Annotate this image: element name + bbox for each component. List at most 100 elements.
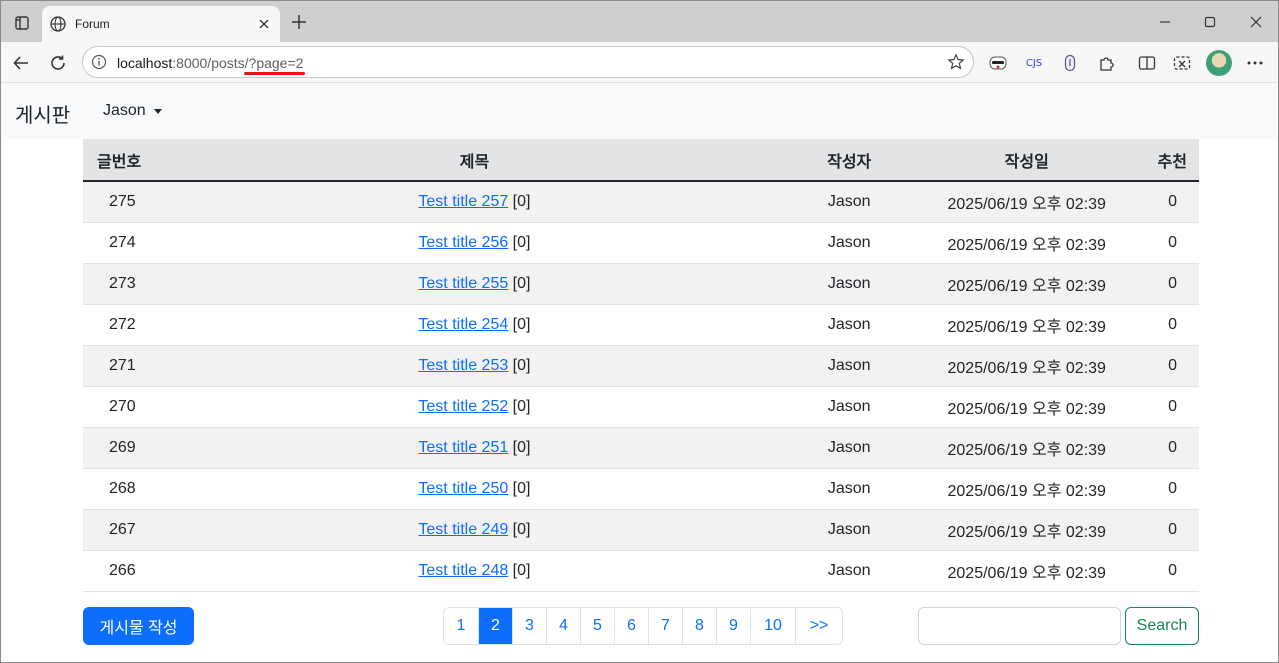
post-title-cell: Test title 254 [0] <box>198 304 751 346</box>
post-title-link[interactable]: Test title 249 <box>418 521 508 538</box>
post-date: 2025/06/19 오후 02:39 <box>947 468 1106 510</box>
page-link-5[interactable]: 5 <box>580 608 614 644</box>
post-number: 266 <box>83 550 198 592</box>
tab-forum[interactable]: Forum <box>42 6 280 42</box>
search-button[interactable]: Search <box>1125 607 1199 645</box>
page-link-1[interactable]: 1 <box>444 608 478 644</box>
post-date: 2025/06/19 오후 02:39 <box>947 550 1106 592</box>
comment-count: [0] <box>508 274 531 292</box>
incognito-icon[interactable] <box>984 49 1012 77</box>
comment-count: [0] <box>508 192 531 210</box>
page-content: 게시판 Jason 글번호 제목 작성자 작성일 추천 275 Test tit <box>1 83 1278 662</box>
post-number: 269 <box>83 427 198 469</box>
post-title-link[interactable]: Test title 248 <box>418 562 508 579</box>
post-author: Jason <box>750 304 948 346</box>
puzzle-icon[interactable] <box>1092 49 1120 77</box>
post-title-link[interactable]: Test title 255 <box>418 275 508 292</box>
post-number: 273 <box>83 263 198 305</box>
comment-count: [0] <box>508 315 531 333</box>
post-title-cell: Test title 256 [0] <box>198 222 751 264</box>
table-row: 267 Test title 249 [0] Jason 2025/06/19 … <box>83 509 1199 551</box>
post-title-link[interactable]: Test title 252 <box>418 398 508 415</box>
table-row: 274 Test title 256 [0] Jason 2025/06/19 … <box>83 222 1199 264</box>
avatar[interactable] <box>1206 50 1232 76</box>
post-author: Jason <box>750 509 948 551</box>
post-recommend: 0 <box>1105 386 1199 428</box>
page-link-7[interactable]: 7 <box>648 608 682 644</box>
url-path: :8000/posts/?page=2 <box>172 55 304 71</box>
table-header-row: 글번호 제목 작성자 작성일 추천 <box>83 139 1199 182</box>
post-recommend: 0 <box>1105 427 1199 469</box>
post-recommend: 0 <box>1105 550 1199 592</box>
split-screen-icon[interactable] <box>1133 49 1161 77</box>
post-date: 2025/06/19 오후 02:39 <box>947 509 1106 551</box>
post-recommend: 0 <box>1105 468 1199 510</box>
post-author: Jason <box>750 222 948 264</box>
tab-title: Forum <box>75 17 110 31</box>
page-link-6[interactable]: 6 <box>614 608 648 644</box>
post-number: 267 <box>83 509 198 551</box>
window-close-icon[interactable] <box>1242 9 1270 35</box>
post-recommend: 0 <box>1105 181 1199 223</box>
minimize-icon[interactable] <box>1151 9 1179 35</box>
navbar-brand[interactable]: 게시판 <box>15 99 70 128</box>
plus-icon[interactable] <box>288 11 310 33</box>
post-number: 275 <box>83 181 198 223</box>
more-icon[interactable] <box>1241 49 1269 77</box>
comment-count: [0] <box>508 233 531 251</box>
reload-icon[interactable] <box>44 49 72 77</box>
page-link-next[interactable]: >> <box>795 608 842 644</box>
post-author: Jason <box>750 263 948 305</box>
post-title-cell: Test title 250 [0] <box>198 468 751 510</box>
info-icon[interactable] <box>91 54 107 70</box>
post-title-cell: Test title 248 [0] <box>198 550 751 592</box>
user-dropdown[interactable]: Jason <box>103 102 162 120</box>
post-date: 2025/06/19 오후 02:39 <box>947 427 1106 469</box>
page-link-2-active[interactable]: 2 <box>478 608 512 644</box>
header-rec: 추천 <box>1105 139 1199 182</box>
header-author: 작성자 <box>750 139 948 182</box>
posts-table: 글번호 제목 작성자 작성일 추천 275 Test title 257 [0]… <box>83 139 1199 592</box>
post-number: 270 <box>83 386 198 428</box>
page-link-8[interactable]: 8 <box>682 608 716 644</box>
header-date: 작성일 <box>947 139 1106 182</box>
post-title-link[interactable]: Test title 254 <box>418 316 508 333</box>
post-recommend: 0 <box>1105 263 1199 305</box>
navbar: 게시판 Jason <box>1 83 1278 139</box>
page-link-3[interactable]: 3 <box>512 608 546 644</box>
table-row: 272 Test title 254 [0] Jason 2025/06/19 … <box>83 304 1199 346</box>
url-host: localhost <box>117 55 173 71</box>
browser-window: Forum localhost:8000/posts/?page=2 CJS 게… <box>0 0 1279 663</box>
post-title-link[interactable]: Test title 257 <box>418 193 508 210</box>
maximize-icon[interactable] <box>1196 9 1224 35</box>
comment-count: [0] <box>508 356 531 374</box>
post-date: 2025/06/19 오후 02:39 <box>947 181 1106 223</box>
post-title-cell: Test title 252 [0] <box>198 386 751 428</box>
post-date: 2025/06/19 오후 02:39 <box>947 386 1106 428</box>
search-input[interactable] <box>918 607 1121 645</box>
write-post-button[interactable]: 게시물 작성 <box>83 607 194 645</box>
screenshot-icon[interactable] <box>1168 49 1196 77</box>
post-date: 2025/06/19 오후 02:39 <box>947 222 1106 264</box>
post-recommend: 0 <box>1105 345 1199 387</box>
post-title-link[interactable]: Test title 256 <box>418 234 508 251</box>
page-link-10[interactable]: 10 <box>750 608 795 644</box>
post-date: 2025/06/19 오후 02:39 <box>947 345 1106 387</box>
cjs-extension-icon[interactable]: CJS <box>1020 49 1048 77</box>
tab-actions-icon[interactable] <box>9 10 35 36</box>
back-icon[interactable] <box>7 49 35 77</box>
close-icon[interactable] <box>254 14 274 34</box>
post-title-link[interactable]: Test title 251 <box>418 439 508 456</box>
post-title-link[interactable]: Test title 253 <box>418 357 508 374</box>
extension-icon[interactable] <box>1056 49 1084 77</box>
table-row: 275 Test title 257 [0] Jason 2025/06/19 … <box>83 181 1199 223</box>
page-link-4[interactable]: 4 <box>546 608 580 644</box>
post-author: Jason <box>750 386 948 428</box>
star-icon[interactable] <box>947 53 965 71</box>
page-link-9[interactable]: 9 <box>716 608 750 644</box>
post-title-link[interactable]: Test title 250 <box>418 480 508 497</box>
address-bar[interactable]: localhost:8000/posts/?page=2 <box>82 46 974 78</box>
post-title-cell: Test title 255 [0] <box>198 263 751 305</box>
user-name: Jason <box>103 102 146 119</box>
post-title-cell: Test title 257 [0] <box>198 181 751 223</box>
